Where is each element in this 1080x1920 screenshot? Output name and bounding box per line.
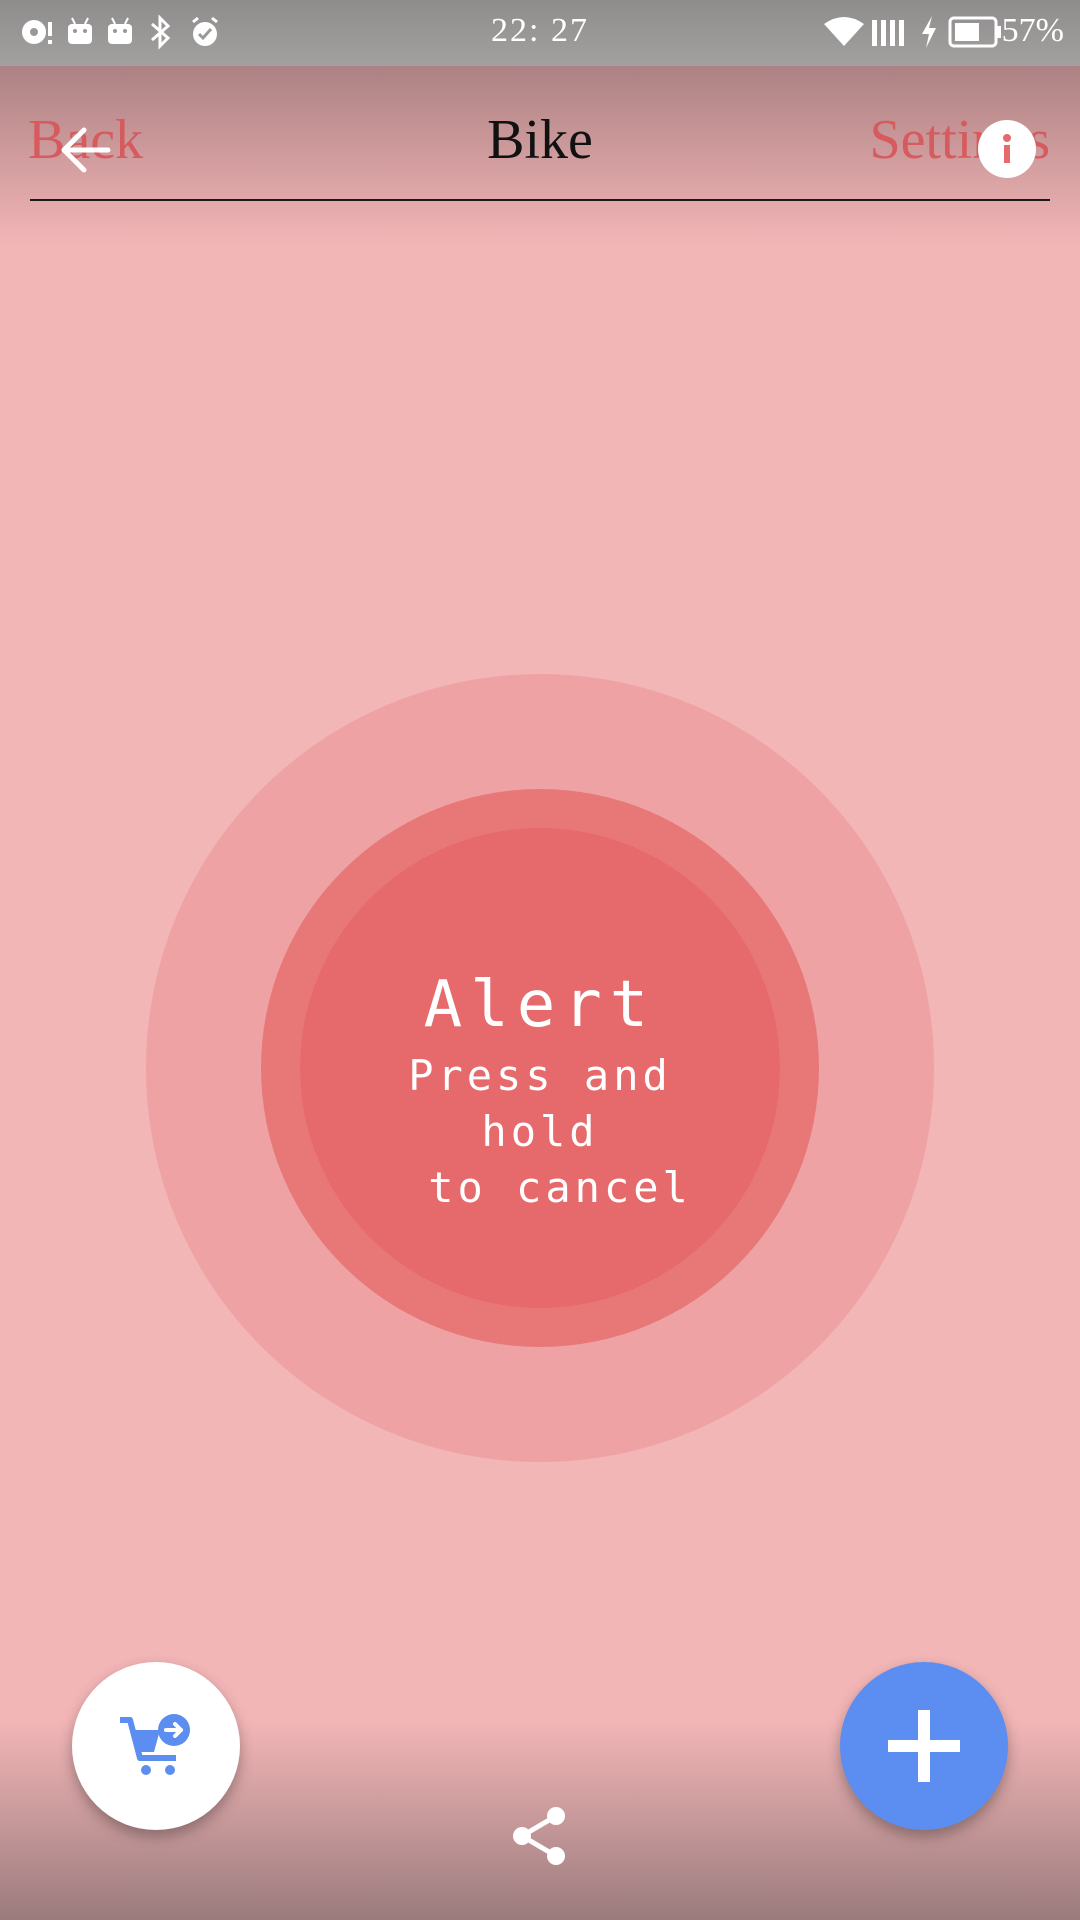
- plus-icon: [888, 1710, 960, 1782]
- signal-icon: [872, 20, 904, 46]
- alert-subtitle-line1: Press and hold: [408, 1051, 672, 1156]
- status-bar: 22: 27 57%: [0, 0, 1080, 66]
- battery-percent: 57%: [1001, 12, 1064, 49]
- battery-icon: [948, 16, 1001, 48]
- app-screen: 22: 27 57% Back Bike Settings Alert Pres…: [0, 0, 1080, 1920]
- cart-arrow-icon: [120, 1714, 190, 1775]
- info-icon: [1003, 134, 1011, 163]
- alert-title: Alert: [423, 968, 657, 1042]
- alert-subtitle: Press and hold to cancel: [340, 1048, 740, 1216]
- charging-icon: [922, 16, 936, 48]
- add-button[interactable]: [840, 1662, 1008, 1830]
- alert-cancel-button[interactable]: Alert Press and hold to cancel: [300, 828, 780, 1308]
- wifi-icon: [824, 17, 864, 46]
- nav-divider: [30, 199, 1050, 201]
- info-button[interactable]: [978, 120, 1036, 178]
- arrow-left-icon[interactable]: [58, 122, 114, 178]
- alert-subtitle-line2: to cancel: [428, 1163, 692, 1212]
- cart-button[interactable]: [72, 1662, 240, 1830]
- share-icon[interactable]: [510, 1804, 570, 1868]
